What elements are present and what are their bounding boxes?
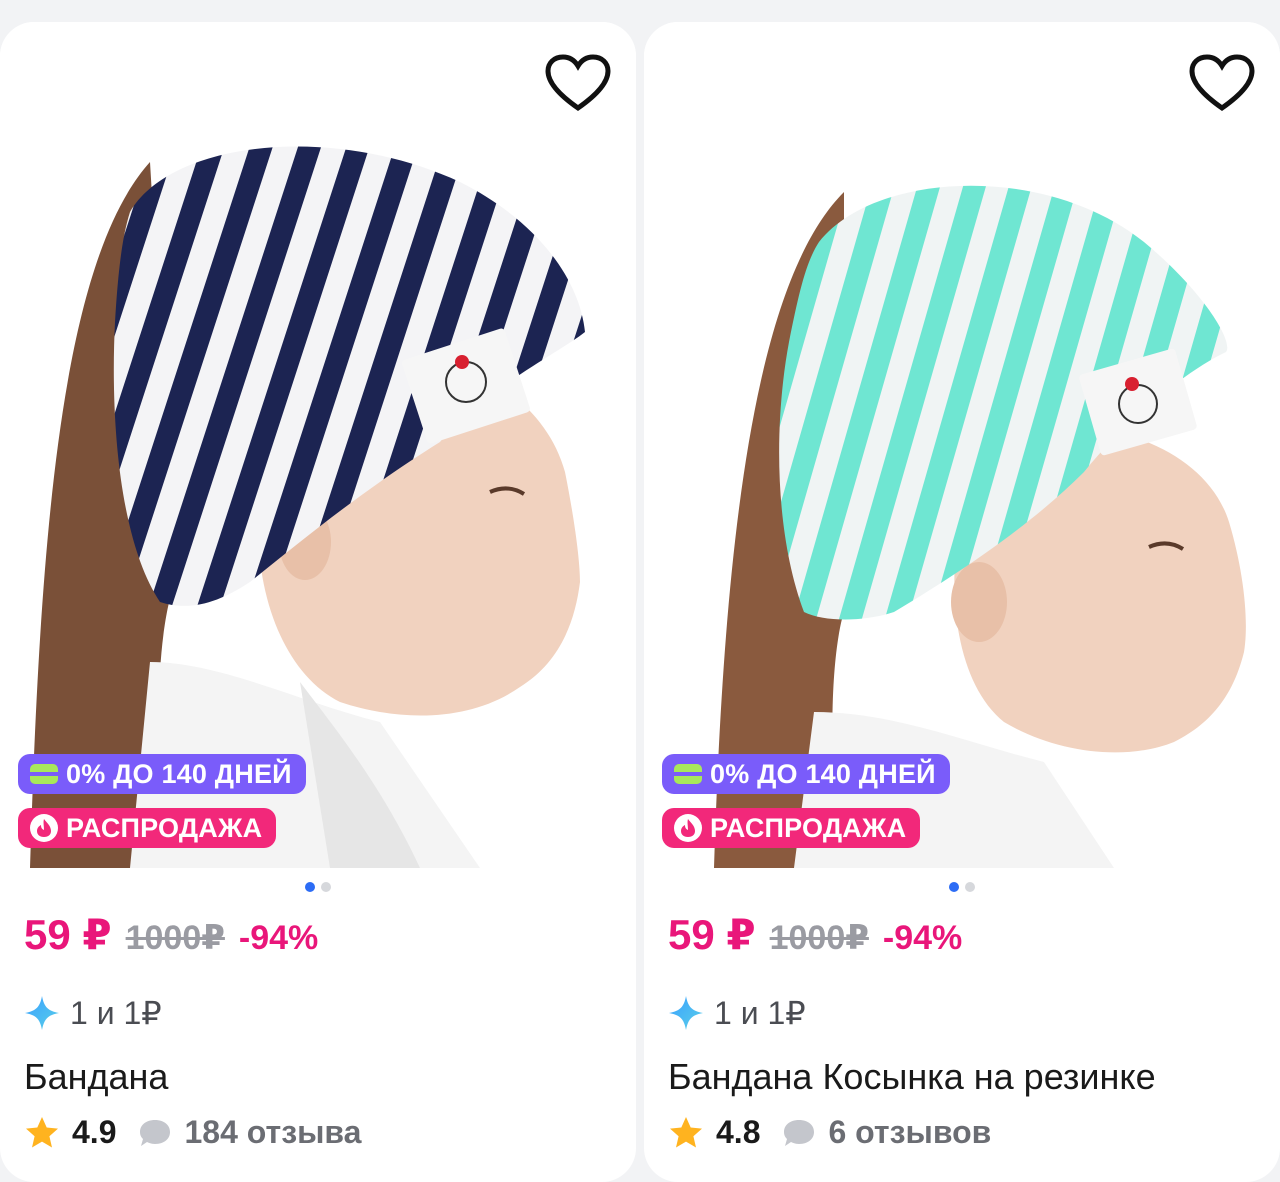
fire-icon — [30, 814, 58, 842]
old-price: 1000₽ — [769, 919, 869, 957]
favorite-button[interactable] — [544, 52, 612, 114]
sparkle-icon — [25, 996, 59, 1030]
pager-dot — [965, 882, 975, 892]
top-strip — [0, 0, 1280, 22]
star-icon — [670, 1116, 702, 1147]
promo-label: 1 и 1₽ — [70, 995, 162, 1031]
heart-outline-icon — [1189, 54, 1255, 112]
rating-row: 4.9 184 отзыва — [24, 1114, 361, 1151]
product-card[interactable]: 0% ДО 140 ДНЕЙ РАСПРОДАЖА 59 ₽ 1000₽ -94… — [0, 22, 636, 1182]
installment-badge: 0% ДО 140 ДНЕЙ — [662, 754, 950, 794]
product-title[interactable]: Бандана Косынка на резинке — [668, 1056, 1268, 1098]
favorite-button[interactable] — [1188, 52, 1256, 114]
installment-badge: 0% ДО 140 ДНЕЙ — [18, 754, 306, 794]
chat-bubble-icon — [784, 1119, 815, 1146]
sale-label: РАСПРОДАЖА — [710, 812, 907, 843]
rating-value: 4.8 — [716, 1114, 761, 1150]
promo-label: 1 и 1₽ — [714, 995, 806, 1031]
image-pager — [0, 882, 636, 892]
price-row: 59 ₽ 1000₽ -94% — [24, 910, 318, 959]
product-photo[interactable] — [0, 22, 636, 868]
pager-dot — [321, 882, 331, 892]
star-icon — [26, 1116, 58, 1147]
product-photo[interactable] — [644, 22, 1280, 868]
reviews-count[interactable]: 6 отзывов — [828, 1114, 991, 1151]
pager-dot-active — [305, 882, 315, 892]
promo-row: 1 и 1₽ — [668, 994, 806, 1032]
current-price: 59 ₽ — [668, 911, 756, 958]
discount-percent: -94% — [882, 919, 963, 957]
reviews-count[interactable]: 184 отзыва — [184, 1114, 361, 1151]
sale-badge: РАСПРОДАЖА — [662, 808, 921, 848]
old-price: 1000₽ — [125, 919, 225, 957]
price-row: 59 ₽ 1000₽ -94% — [668, 910, 962, 959]
sparkle-icon — [669, 996, 703, 1030]
chat-bubble-icon — [140, 1119, 171, 1146]
product-card[interactable]: 0% ДО 140 ДНЕЙ РАСПРОДАЖА 59 ₽ 1000₽ -94… — [644, 22, 1280, 1182]
sale-label: РАСПРОДАЖА — [66, 812, 263, 843]
fire-icon — [674, 814, 702, 842]
pager-dot-active — [949, 882, 959, 892]
card-icon — [30, 764, 58, 784]
product-image — [30, 146, 585, 868]
product-title[interactable]: Бандана — [24, 1056, 624, 1098]
card-icon — [674, 764, 702, 784]
installment-label: 0% ДО 140 ДНЕЙ — [710, 758, 936, 789]
discount-percent: -94% — [238, 919, 319, 957]
image-pager — [644, 882, 1280, 892]
promo-row: 1 и 1₽ — [24, 994, 162, 1032]
rating-row: 4.8 6 отзывов — [668, 1114, 991, 1151]
rating-value: 4.9 — [72, 1114, 117, 1150]
installment-label: 0% ДО 140 ДНЕЙ — [66, 758, 292, 789]
heart-outline-icon — [545, 54, 611, 112]
product-image — [714, 185, 1246, 868]
sale-badge: РАСПРОДАЖА — [18, 808, 277, 848]
current-price: 59 ₽ — [24, 911, 112, 958]
